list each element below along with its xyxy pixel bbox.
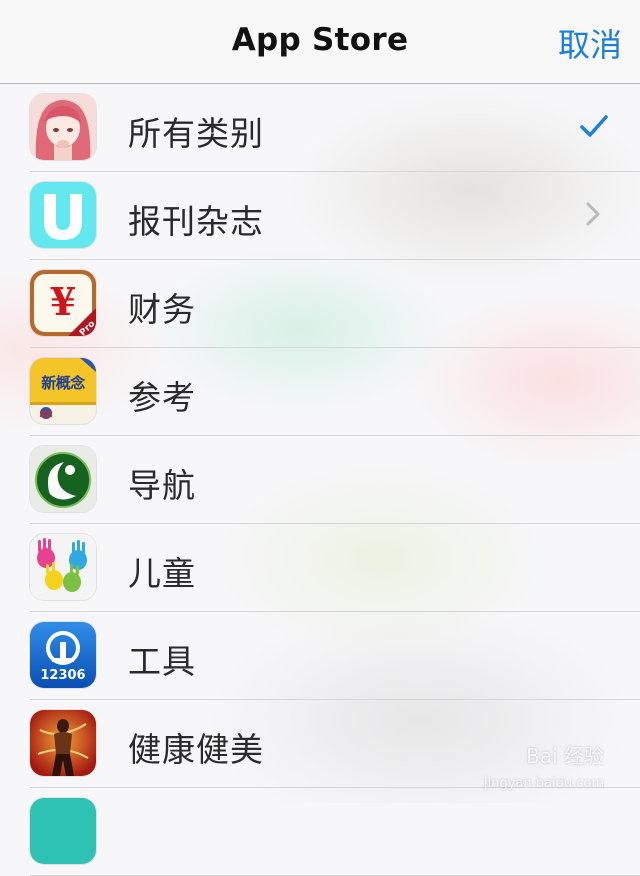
category-label: 工具 (128, 642, 196, 681)
yen-pro-icon: ¥ Pro (30, 270, 96, 336)
railway-12306-icon: 12306 (30, 622, 96, 688)
green-globe-icon (30, 446, 96, 512)
category-label: 报刊杂志 (128, 202, 264, 241)
nav-title: App Store (231, 22, 409, 58)
category-row-kids[interactable]: 儿童 (0, 524, 640, 612)
new-concept-book-icon: 新概念 (30, 358, 96, 424)
category-row-navigation[interactable]: 导航 (0, 436, 640, 524)
fitness-figure-icon (30, 710, 96, 776)
category-label: 参考 (128, 378, 196, 417)
category-label: 儿童 (128, 554, 196, 593)
category-row-newsstand[interactable]: 报刊杂志 (0, 172, 640, 260)
icon-caption: 新概念 (41, 374, 85, 392)
category-label: 财务 (128, 290, 196, 329)
partial-app-icon (30, 798, 96, 864)
cancel-button[interactable]: 取消 (558, 20, 622, 66)
u-newsstand-icon (30, 182, 96, 248)
category-row-partial[interactable] (0, 788, 640, 876)
icon-caption: 12306 (40, 668, 86, 683)
chevron-right-icon (586, 202, 600, 226)
category-row-reference[interactable]: 新概念 参考 (0, 348, 640, 436)
category-label: 所有类别 (128, 114, 264, 153)
category-row-finance[interactable]: ¥ Pro 财务 (0, 260, 640, 348)
watermark-url: jingyan.baidu.com (484, 776, 604, 791)
category-row-utilities[interactable]: 12306 工具 (0, 612, 640, 700)
checkmark-icon (580, 115, 608, 137)
navigation-bar: App Store 取消 (0, 0, 640, 84)
category-row-all[interactable]: 所有类别 (0, 84, 640, 172)
category-label: 健康健美 (128, 730, 264, 769)
colorful-hands-icon (30, 534, 96, 600)
svg-text:¥: ¥ (50, 279, 76, 324)
category-label: 导航 (128, 466, 196, 505)
watermark-logo: Bai 经验 (526, 744, 604, 768)
anime-girl-icon (30, 94, 96, 160)
